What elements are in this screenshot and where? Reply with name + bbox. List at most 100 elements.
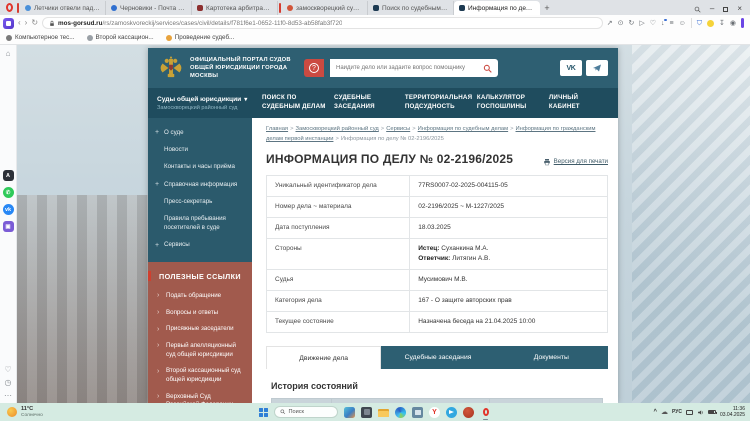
useful-link-3[interactable]: Первый апелляционный суд общей юрисдикци… [148,338,252,363]
page-title: ИНФОРМАЦИЯ ПО ДЕЛУ № 02-2196/2025 [266,152,513,166]
volume-icon[interactable] [697,409,704,416]
play-icon[interactable]: ▷ [639,20,644,27]
useful-link-0[interactable]: Подать обращение [148,288,252,305]
whatsapp-icon[interactable]: ✆ [3,187,14,198]
breadcrumb-item-1[interactable]: Замоскворецкий районный суд [295,126,378,132]
nav-item-1[interactable]: СУДЕБНЫЕ ЗАСЕДАНИЯ [334,94,405,112]
case-tab-2[interactable]: Документы [495,346,608,369]
bookmark-item-0[interactable]: Компьютерное тес... [6,34,75,41]
download-icon[interactable]: ↓ [661,20,665,27]
address-bar[interactable]: mos-gorsud.ru/rs/zamoskvoreckij/services… [42,17,603,29]
detail-value: 167 - О защите авторских прав [410,291,608,312]
opera-icon[interactable] [480,407,491,418]
brave-icon[interactable] [463,407,474,418]
back-button[interactable]: ‹ [18,19,21,27]
forward-button[interactable]: › [25,19,28,27]
breadcrumb-item-2[interactable]: Сервисы [386,126,410,132]
sidebar-toggle-icon[interactable] [741,18,744,28]
reader-icon[interactable]: ≡ [670,20,674,27]
home-icon[interactable]: ⌂ [6,49,11,58]
start-button[interactable] [259,408,268,417]
photos-icon[interactable] [344,407,355,418]
search-icon [280,409,286,415]
cloud-icon[interactable]: ☁ [661,409,668,416]
save-icon[interactable]: ↧ [719,20,725,27]
nav-item-4[interactable]: ЛИЧНЫЙ КАБИНЕТ [549,94,604,112]
sidebar-item-2[interactable]: Контакты и часы приёма [148,159,252,176]
bookmark-item-1[interactable]: Второй кассацион... [87,34,154,41]
browser-tab-1[interactable]: Черновики - Почта Mail [106,1,192,15]
useful-link-2[interactable]: Присяжные заседатели [148,321,252,338]
restore-button[interactable] [723,7,728,12]
browser-tab-5[interactable]: Информация по делу №... [454,1,540,15]
url-text: mos-gorsud.ru/rs/zamoskvoreckij/services… [58,20,342,27]
tab-search-icon[interactable] [694,6,701,13]
detail-row-1: Номер дела ~ материала 02-2196/2025 ~ М-… [267,196,608,217]
heart-icon[interactable]: ♡ [650,20,656,27]
telegram-icon[interactable] [446,407,457,418]
sidebar-item-3[interactable]: Справочная информация [148,176,252,193]
reload-button[interactable]: ↻ [31,19,38,27]
more-icon[interactable]: ⋯ [4,392,12,400]
weather-widget[interactable]: 11°C Солнечно [7,406,43,418]
sidebar-item-1[interactable]: Новости [148,141,252,158]
display-icon[interactable] [686,410,693,415]
minimize-button[interactable]: – [710,5,714,13]
breadcrumb-item-0[interactable]: Главная [266,126,288,132]
battery-icon[interactable] [708,410,716,415]
assistant-button[interactable]: ? [304,59,324,77]
site-search-input[interactable] [336,65,479,71]
case-tab-0[interactable]: Движение дела [266,346,381,369]
sidebar-item-4[interactable]: Пресс-секретарь [148,193,252,210]
close-button[interactable]: × [737,5,742,13]
new-tab-button[interactable]: + [540,1,554,15]
useful-link-1[interactable]: Вопросы и ответы [148,305,252,322]
screenshot-icon[interactable]: ⊙ [618,20,624,27]
explorer-icon[interactable] [378,407,389,418]
task-view-icon[interactable] [361,407,372,418]
taskbar-search[interactable]: Поиск [274,406,338,418]
nav-item-3[interactable]: КАЛЬКУЛЯТОР ГОСПОШЛИНЫ [477,94,549,112]
profile-icon[interactable]: ☺ [679,20,686,27]
sidebar-item-6[interactable]: Сервисы [148,237,252,254]
hidden-icons-chevron[interactable]: ^ [653,409,657,415]
messenger-icon[interactable]: ▣ [3,221,14,232]
nav-item-2[interactable]: ТЕРРИТОРИАЛЬНАЯ ПОДСУДНОСТЬ [405,94,477,112]
browser-tab-2[interactable]: Картотека арбитражны... [192,1,278,15]
store-icon[interactable] [412,407,423,418]
yandex-icon[interactable]: Y [429,407,440,418]
breadcrumb-item-3[interactable]: Информация по судебным делам [418,126,509,132]
sidebar-item-0[interactable]: О суде [148,124,252,141]
heart-icon[interactable]: ♡ [4,366,11,374]
history-icon[interactable]: ↻ [628,20,634,27]
court-selector[interactable]: Суды общей юрисдикции▾ Замоскворецкий ра… [148,96,252,111]
smiley-icon[interactable] [707,20,714,27]
vk-icon: VK [566,65,575,72]
telegram-button[interactable] [586,60,608,76]
browser-tab-3[interactable]: замоскворецкий суд — ... [282,1,368,15]
eye-icon[interactable]: ◉ [730,20,736,27]
sidebar-item-5[interactable]: Правила пребывания посетителей в суде [148,211,252,237]
search-icon[interactable] [483,64,492,73]
vk-messenger-icon[interactable]: vk [3,204,14,215]
screen: Летчики отвели падающ... Черновики - Поч… [0,0,750,421]
language-indicator[interactable]: РУС [672,409,682,415]
bookmark-item-2[interactable]: Проведение судеб... [166,34,235,41]
useful-link-5[interactable]: Верховный Суд Российской Федерации [148,389,252,403]
case-tab-1[interactable]: Судебные заседания [381,346,494,369]
vk-button[interactable]: VK [560,60,582,76]
useful-link-4[interactable]: Второй кассационный суд общей юрисдикции [148,363,252,388]
print-link[interactable]: Версия для печати [543,158,608,166]
opera-menu-button[interactable] [2,1,16,14]
clock[interactable]: 11:36 03.04.2025 [720,406,745,419]
edge-icon[interactable] [395,407,406,418]
cart-icon[interactable]: ⛉ [697,20,702,27]
browser-tab-0[interactable]: Летчики отвели падающ... [20,1,106,15]
share-icon[interactable]: ↗ [607,20,613,27]
nav-item-0[interactable]: ПОИСК ПО СУДЕБНЫМ ДЕЛАМ [262,94,334,112]
speed-dial-icon[interactable] [3,18,14,29]
browser-tab-4[interactable]: Поиск по судебным дел... [368,1,454,15]
chevron-down-icon: ▾ [244,97,247,103]
aria-icon[interactable]: A [3,170,14,181]
history-icon[interactable]: ◷ [5,379,12,387]
